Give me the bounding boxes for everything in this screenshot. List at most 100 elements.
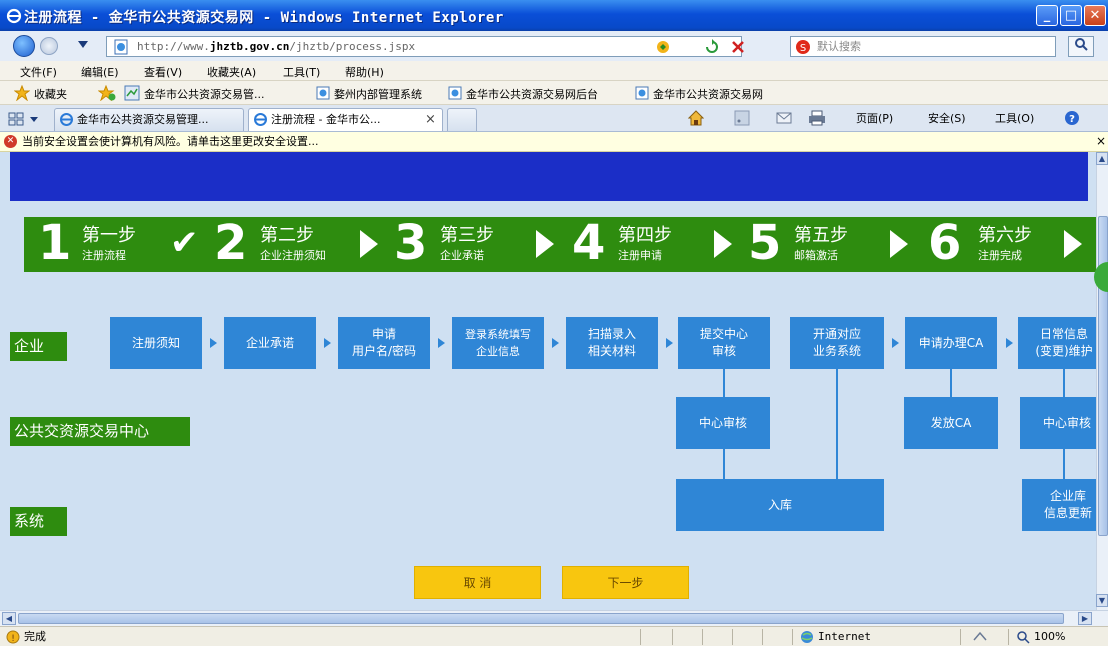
info-bar-close-button[interactable]: × [1096, 132, 1106, 151]
tab-close-button[interactable]: × [425, 109, 436, 130]
tab-bar: 金华市公共资源交易管理... 注册流程 - 金华市公... × 页面(P) 安全… [0, 105, 1108, 132]
flow-step-db-update: 企业库 信息更新 [1022, 479, 1096, 531]
forward-button[interactable] [40, 37, 58, 55]
floating-toolbar-icon[interactable] [1094, 262, 1108, 292]
search-input[interactable]: S 默认搜索 [790, 36, 1056, 57]
status-divider [732, 629, 733, 645]
maximize-button[interactable]: □ [1060, 5, 1082, 26]
menu-view[interactable]: 查看(V) [144, 64, 182, 80]
tab-list-dropdown-icon[interactable] [30, 117, 38, 123]
warning-icon: ✕ [4, 135, 17, 148]
step-title: 第六步 [978, 225, 1032, 246]
cancel-button[interactable]: 取 消 [414, 566, 541, 599]
flow-arrow-icon [666, 338, 673, 348]
step-title: 第四步 [618, 225, 672, 246]
ie-logo-icon [6, 8, 22, 24]
horizontal-scroll-thumb[interactable] [18, 613, 1064, 624]
search-button[interactable] [1068, 36, 1094, 57]
step-arrow-icon [360, 230, 378, 258]
step-title: 第五步 [794, 225, 848, 246]
role-exchange-center: 公共交资源交易中心 [10, 417, 190, 446]
menu-tools[interactable]: 工具(T) [283, 64, 320, 80]
fav-link-2[interactable]: 婺州内部管理系统 [334, 86, 422, 102]
status-divider [960, 629, 961, 645]
site-header-banner [10, 152, 1088, 201]
menu-edit[interactable]: 编辑(E) [81, 64, 119, 80]
favorites-button[interactable]: 收藏夹 [34, 86, 67, 102]
security-info-bar[interactable]: ✕ 当前安全设置会使计算机有风险。请单击这里更改安全设置... × [0, 132, 1108, 152]
home-icon[interactable] [688, 110, 704, 126]
next-step-button[interactable]: 下一步 [562, 566, 689, 599]
fav-link-4[interactable]: 金华市公共资源交易网 [653, 86, 763, 102]
zoom-level[interactable]: 100% [1034, 627, 1065, 646]
step-number: 2 [214, 215, 248, 271]
safety-menu[interactable]: 安全(S) [928, 110, 966, 126]
connector-line [1063, 449, 1065, 479]
mail-icon[interactable] [776, 111, 792, 125]
menu-favorites[interactable]: 收藏夹(A) [207, 64, 256, 80]
status-divider [792, 629, 793, 645]
page-menu[interactable]: 页面(P) [856, 110, 893, 126]
tab-jinhua-admin[interactable]: 金华市公共资源交易管理... [54, 108, 244, 131]
flow-step-storage: 入库 [676, 479, 884, 531]
tab-label: 注册流程 - 金华市公... [271, 113, 381, 126]
new-tab-button[interactable] [447, 108, 477, 131]
step-number: 6 [928, 215, 962, 271]
title-bar: 注册流程 - 金华市公共资源交易网 - Windows Internet Exp… [0, 0, 1108, 31]
back-button[interactable] [13, 35, 35, 57]
ie-page-icon [448, 86, 462, 100]
fav-link-3[interactable]: 金华市公共资源交易网后台 [466, 86, 598, 102]
search-placeholder: 默认搜索 [817, 40, 861, 53]
protected-mode-icon[interactable] [972, 630, 988, 644]
tab-registration-process[interactable]: 注册流程 - 金华市公... × [248, 108, 443, 131]
quick-tabs-icon[interactable] [8, 112, 24, 126]
flow-arrow-icon [892, 338, 899, 348]
scroll-down-icon[interactable]: ▼ [1096, 594, 1108, 607]
print-icon[interactable] [808, 110, 826, 126]
step-arrow-icon [536, 230, 554, 258]
step-subtitle: 邮箱激活 [794, 249, 838, 262]
address-input[interactable]: http://www.jhztb.gov.cn/jhztb/process.js… [106, 36, 742, 57]
status-bar: ! 完成 Internet 100% [0, 626, 1108, 646]
history-dropdown-icon[interactable] [78, 41, 88, 49]
tools-menu[interactable]: 工具(O) [995, 110, 1034, 126]
flow-step-notice: 注册须知 [110, 317, 202, 369]
svg-text:!: ! [11, 634, 15, 644]
menu-help[interactable]: 帮助(H) [345, 64, 384, 80]
help-icon[interactable]: ? [1064, 110, 1080, 126]
menu-file[interactable]: 文件(F) [20, 64, 57, 80]
flow-step-daily-maintenance: 日常信息 (变更)维护 [1018, 317, 1096, 369]
flow-arrow-icon [552, 338, 559, 348]
role-system: 系统 [10, 507, 67, 536]
flow-arrow-icon [438, 338, 445, 348]
web-slice-icon [124, 85, 140, 101]
scroll-left-icon[interactable]: ◀ [2, 612, 16, 625]
refresh-icon[interactable] [704, 39, 720, 55]
vertical-scrollbar[interactable]: ▲ ▼ [1096, 152, 1108, 610]
connector-line [950, 369, 952, 397]
feeds-icon[interactable] [734, 110, 750, 126]
check-icon: ✔ [170, 223, 199, 263]
step-subtitle: 注册申请 [618, 249, 662, 262]
url-prefix: http://www. [137, 40, 210, 53]
stop-icon[interactable] [730, 39, 746, 55]
add-favorite-icon[interactable] [98, 85, 116, 101]
flow-arrow-icon [210, 338, 217, 348]
step-number: 4 [572, 215, 606, 271]
scroll-right-icon[interactable]: ▶ [1078, 612, 1092, 625]
compat-view-icon[interactable] [656, 40, 670, 54]
close-window-button[interactable]: ✕ [1084, 5, 1106, 26]
horizontal-scrollbar[interactable]: ◀ ▶ [0, 610, 1108, 626]
zoom-icon[interactable] [1016, 630, 1030, 644]
security-zone: Internet [818, 630, 871, 643]
ie-page-icon [316, 86, 330, 100]
search-engine-icon: S [796, 40, 810, 54]
favorites-bar: 收藏夹 金华市公共资源交易管... 婺州内部管理系统 金华市公共资源交易网后台 … [0, 81, 1108, 105]
scroll-up-icon[interactable]: ▲ [1096, 152, 1108, 165]
minimize-button[interactable]: _ [1036, 5, 1058, 26]
step-subtitle: 注册完成 [978, 249, 1022, 262]
step-subtitle: 注册流程 [82, 249, 126, 262]
fav-link-1[interactable]: 金华市公共资源交易管... [144, 86, 265, 102]
connector-line [723, 449, 725, 479]
status-divider [762, 629, 763, 645]
